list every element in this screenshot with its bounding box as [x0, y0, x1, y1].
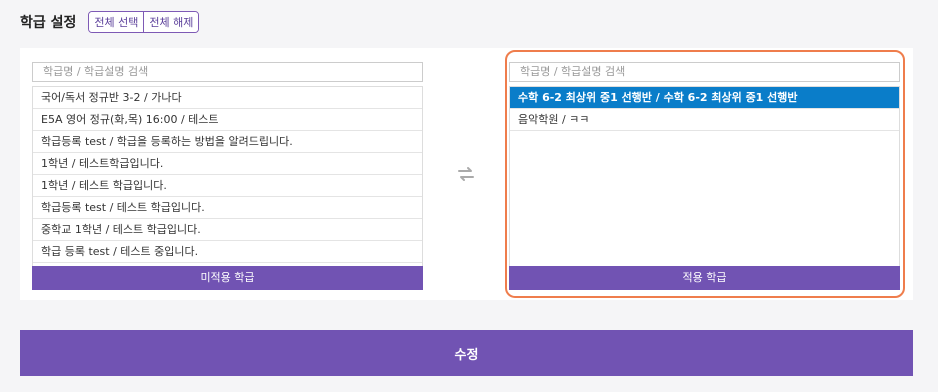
assigned-list-footer: 적용 학급	[509, 265, 900, 290]
unassigned-list-footer: 미적용 학급	[32, 265, 423, 290]
unassigned-class-list: 국어/독서 정규반 3-2 / 가나다 E5A 영어 정규(화,목) 16:00…	[32, 85, 423, 266]
class-transfer-panel: 국어/독서 정규반 3-2 / 가나다 E5A 영어 정규(화,목) 16:00…	[20, 48, 913, 300]
list-item[interactable]: 1학년 / 테스트학급입니다.	[33, 153, 422, 175]
unassigned-search-input[interactable]	[32, 61, 423, 82]
list-item[interactable]: 학급등록 test / 학급을 등록하는 방법을 알려드립니다.	[33, 131, 422, 153]
list-item[interactable]: E5A 영어 정규(화,목) 16:00 / 테스트	[33, 109, 422, 131]
list-item[interactable]: 중학교 1학년 / 테스트 학급입니다.	[33, 219, 422, 241]
swap-arrows-icon[interactable]	[456, 166, 476, 182]
list-item[interactable]: 음악학원 / ㅋㅋ	[510, 109, 899, 131]
list-item[interactable]: 1학년 / 테스트 학급입니다.	[33, 175, 422, 197]
select-all-button[interactable]: 전체 선택	[89, 12, 144, 32]
class-settings-header: 학급 설정 전체 선택 전체 해제	[20, 10, 200, 34]
assigned-class-list: 수학 6-2 최상위 중1 선행반 / 수학 6-2 최상위 중1 선행반 음악…	[509, 85, 900, 266]
list-item-selected[interactable]: 수학 6-2 최상위 중1 선행반 / 수학 6-2 최상위 중1 선행반	[510, 86, 899, 109]
deselect-all-button[interactable]: 전체 해제	[143, 12, 199, 32]
list-item[interactable]: 학급등록 test / 테스트 학급입니다.	[33, 197, 422, 219]
list-item[interactable]: 국어/독서 정규반 3-2 / 가나다	[33, 87, 422, 109]
selection-button-group: 전체 선택 전체 해제	[88, 11, 200, 33]
list-item[interactable]: 학급 등록 test / 테스트 중입니다.	[33, 241, 422, 263]
assigned-classes-box: 수학 6-2 최상위 중1 선행반 / 수학 6-2 최상위 중1 선행반 음악…	[509, 60, 900, 290]
assigned-search-input[interactable]	[509, 61, 900, 82]
submit-button[interactable]: 수정	[20, 330, 913, 376]
section-title: 학급 설정	[20, 15, 77, 31]
unassigned-classes-box: 국어/독서 정규반 3-2 / 가나다 E5A 영어 정규(화,목) 16:00…	[32, 60, 423, 290]
